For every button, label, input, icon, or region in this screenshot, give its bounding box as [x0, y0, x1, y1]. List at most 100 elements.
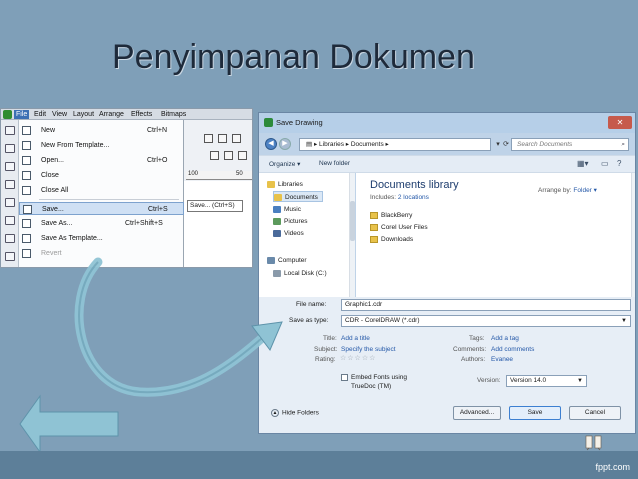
- arrange-label: Arrange by:: [538, 187, 572, 194]
- arrange-by: Arrange by: Folder ▾: [538, 186, 597, 194]
- menu-item-label: Close: [41, 172, 59, 179]
- save-drawing-dialog: Save Drawing ✕ ◀ ▶ ▤ ▸ Libraries ▸ Docum…: [258, 112, 636, 434]
- nav-item-music[interactable]: Music: [273, 204, 301, 215]
- save-button[interactable]: Save: [509, 406, 561, 420]
- cancel-button[interactable]: Cancel: [569, 406, 621, 420]
- folder-item[interactable]: Corel User Files: [370, 224, 428, 231]
- menu-item-save-as[interactable]: Save As... Ctrl+Shift+S: [19, 217, 184, 230]
- search-input[interactable]: Search Documents ⌕: [511, 138, 629, 151]
- menu-file[interactable]: File: [14, 110, 30, 119]
- menu-edit[interactable]: Edit: [32, 110, 48, 119]
- videos-icon: [273, 229, 281, 237]
- curved-arrow-icon: [74, 257, 283, 397]
- file-name-input[interactable]: Graphic1.cdr: [341, 299, 631, 311]
- slide-title: Penyimpanan Dokumen: [112, 38, 475, 76]
- page-landscape-icon[interactable]: [224, 151, 233, 160]
- menu-item-label: New: [41, 127, 56, 134]
- address-bar[interactable]: ▤ ▸ Libraries ▸ Documents ▸: [299, 138, 491, 151]
- library-includes: Includes: 2 locations: [370, 194, 429, 201]
- menu-view[interactable]: View: [50, 110, 69, 119]
- folder-icon: [370, 224, 378, 231]
- nav-scrollbar[interactable]: [349, 173, 355, 297]
- menu-arrange[interactable]: Arrange: [97, 110, 126, 119]
- nav-item-computer[interactable]: Computer: [267, 255, 307, 266]
- menu-item-new[interactable]: New Ctrl+N: [19, 124, 184, 137]
- content-scrollbar[interactable]: [631, 173, 635, 297]
- menu-item-label: New From Template...: [41, 142, 110, 149]
- shape-tool-icon[interactable]: [5, 144, 15, 153]
- embed-fonts-checkbox[interactable]: [341, 374, 348, 381]
- menu-item-save-as-template[interactable]: Save As Template...: [19, 232, 184, 245]
- includes-link[interactable]: 2 locations: [398, 194, 429, 201]
- horizontal-ruler: 100 50: [186, 171, 252, 180]
- menu-item-label: Open...: [41, 157, 64, 164]
- nav-item-libraries[interactable]: Libraries: [267, 179, 303, 190]
- group-icon[interactable]: [218, 134, 227, 143]
- nav-item-label: Music: [284, 206, 301, 213]
- save-tooltip: Save... (Ctrl+S): [187, 200, 243, 212]
- menu-item-revert: Revert: [19, 247, 184, 260]
- subject-field[interactable]: Specify the subject: [341, 346, 396, 353]
- back-arrow-icon[interactable]: ◀: [265, 138, 277, 150]
- view-options-icon[interactable]: ▦▾: [577, 159, 589, 168]
- menu-item-close-all[interactable]: Close All: [19, 184, 184, 197]
- menu-item-open[interactable]: Open... Ctrl+O: [19, 154, 184, 167]
- folder-item[interactable]: Downloads: [370, 236, 413, 243]
- comments-field[interactable]: Add comments: [491, 346, 534, 353]
- new-document-icon: [22, 126, 31, 135]
- template-icon: [22, 141, 31, 150]
- save-as-icon: [22, 219, 31, 228]
- version-select[interactable]: Version 14.0 ▼: [506, 375, 587, 387]
- combine-icon[interactable]: [232, 134, 241, 143]
- authors-label: Authors:: [461, 356, 486, 363]
- title-field[interactable]: Add a title: [341, 335, 370, 342]
- save-type-select[interactable]: CDR - CorelDRAW (*.cdr) ▼: [341, 315, 631, 327]
- nav-scrollbar-thumb[interactable]: [350, 201, 355, 241]
- folder-name: Downloads: [381, 236, 414, 244]
- menu-item-label: Close All: [41, 187, 69, 194]
- comments-label: Comments:: [453, 346, 487, 353]
- nav-item-label: Videos: [284, 230, 304, 237]
- menu-item-new-from-template[interactable]: New From Template...: [19, 139, 184, 152]
- ellipse-tool-icon[interactable]: [5, 252, 15, 261]
- page-portrait-icon[interactable]: [210, 151, 219, 160]
- align-icon[interactable]: [204, 134, 213, 143]
- authors-field[interactable]: Evanee: [491, 356, 513, 363]
- save-template-icon: [22, 234, 31, 243]
- menu-item-close[interactable]: Close: [19, 169, 184, 182]
- tags-field[interactable]: Add a tag: [491, 335, 519, 342]
- menu-separator: [39, 199, 179, 200]
- title-label: Title:: [323, 335, 337, 342]
- new-folder-button[interactable]: New folder: [319, 160, 350, 167]
- nav-item-videos[interactable]: Videos: [273, 228, 304, 239]
- rating-stars[interactable]: ☆☆☆☆☆: [340, 354, 376, 362]
- arrange-dropdown[interactable]: Folder ▾: [573, 187, 597, 194]
- close-button[interactable]: ✕: [608, 116, 632, 129]
- nav-item-pictures[interactable]: Pictures: [273, 216, 307, 227]
- freehand-tool-icon[interactable]: [5, 198, 15, 207]
- advanced-button[interactable]: Advanced...: [453, 406, 501, 420]
- hide-folders-button[interactable]: ▲ Hide Folders: [271, 409, 319, 417]
- crop-tool-icon[interactable]: [5, 162, 15, 171]
- pick-tool-icon[interactable]: [5, 126, 15, 135]
- smart-fill-tool-icon[interactable]: [5, 216, 15, 225]
- nav-item-documents[interactable]: Documents: [273, 191, 323, 202]
- menu-layout[interactable]: Layout: [71, 110, 96, 119]
- menu-effects[interactable]: Effects: [129, 110, 154, 119]
- rectangle-tool-icon[interactable]: [5, 234, 15, 243]
- file-menu-dropdown: New Ctrl+N New From Template... Open... …: [19, 120, 184, 267]
- organize-button[interactable]: Organize ▾: [269, 160, 300, 168]
- nav-item-local-disk[interactable]: Local Disk (C:): [273, 268, 327, 279]
- units-icon[interactable]: [238, 151, 247, 160]
- help-icon[interactable]: ?: [617, 159, 621, 168]
- folder-icon: [370, 236, 378, 243]
- library-title: Documents library: [370, 179, 459, 191]
- menu-item-save[interactable]: Save... Ctrl+S: [19, 202, 184, 215]
- version-label: Version:: [477, 377, 501, 384]
- folder-item[interactable]: BlackBerry: [370, 212, 412, 219]
- forward-arrow-icon[interactable]: ▶: [279, 138, 291, 150]
- drawing-canvas[interactable]: [184, 181, 252, 267]
- zoom-tool-icon[interactable]: [5, 180, 15, 189]
- preview-pane-icon[interactable]: ▭: [601, 159, 609, 168]
- menu-bitmaps[interactable]: Bitmaps: [159, 110, 188, 119]
